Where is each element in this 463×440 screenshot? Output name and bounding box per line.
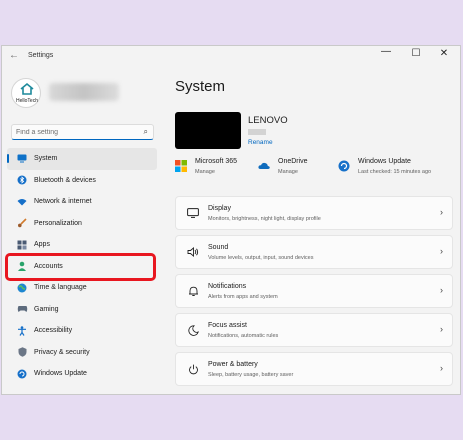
card-power-battery[interactable]: Power & battery Sleep, battery usage, ba… xyxy=(175,352,453,386)
back-arrow-icon[interactable]: ← xyxy=(9,50,19,61)
globe-icon xyxy=(15,282,29,294)
gamepad-icon xyxy=(15,303,29,315)
minimize-button[interactable]: — xyxy=(374,46,398,57)
apps-icon xyxy=(15,239,29,251)
title-bar: ← Settings — ☐ ✕ xyxy=(2,46,460,68)
sidebar-item-label: Personalization xyxy=(34,219,82,227)
moon-icon xyxy=(186,323,200,337)
card-focus-assist[interactable]: Focus assist Notifications, automatic ru… xyxy=(175,313,453,347)
sidebar-item-label: System xyxy=(34,155,58,163)
quick-link-title: Windows Update xyxy=(358,158,411,165)
chevron-right-icon: › xyxy=(440,363,443,373)
page-title: System xyxy=(175,78,226,95)
quick-link-title: OneDrive xyxy=(278,158,308,165)
device-name: LENOVO xyxy=(248,115,288,126)
chevron-right-icon: › xyxy=(440,324,443,334)
card-subtitle: Monitors, brightness, night light, displ… xyxy=(208,216,321,222)
sidebar-item-windows-update[interactable]: Windows Update xyxy=(7,363,157,385)
accessibility-icon xyxy=(15,325,29,337)
onedrive-icon xyxy=(258,162,270,169)
card-display[interactable]: Display Monitors, brightness, night ligh… xyxy=(175,196,453,230)
shield-icon xyxy=(15,346,29,358)
sidebar-item-network[interactable]: Network & internet xyxy=(7,191,157,213)
bluetooth-icon xyxy=(15,174,29,186)
sidebar-item-personalization[interactable]: Personalization xyxy=(7,213,157,235)
card-title: Power & battery xyxy=(208,361,258,368)
sidebar-item-label: Accessibility xyxy=(34,327,73,335)
windows-update-icon xyxy=(338,160,350,172)
card-subtitle: Notifications, automatic rules xyxy=(208,333,279,339)
chevron-right-icon: › xyxy=(440,207,443,217)
update-icon xyxy=(15,368,29,380)
rename-link[interactable]: Rename xyxy=(248,139,273,146)
avatar: HelloTech xyxy=(11,78,41,108)
wifi-icon xyxy=(15,196,29,208)
blurred-user-name xyxy=(49,83,119,101)
power-icon xyxy=(186,362,200,376)
device-model-redacted xyxy=(248,129,266,135)
search-icon[interactable]: ⌕ xyxy=(144,127,148,137)
quick-link-subtitle: Manage xyxy=(195,169,215,175)
apps-highlight-box xyxy=(5,253,156,281)
card-subtitle: Sleep, battery usage, battery saver xyxy=(208,372,294,378)
quick-link-subtitle: Manage xyxy=(278,169,298,175)
quick-link-title: Microsoft 365 xyxy=(195,158,238,165)
sidebar-item-privacy-security[interactable]: Privacy & security xyxy=(7,342,157,364)
search-box[interactable]: ⌕ xyxy=(11,124,154,140)
chevron-right-icon: › xyxy=(440,246,443,256)
card-title: Focus assist xyxy=(208,322,247,329)
sidebar-item-bluetooth[interactable]: Bluetooth & devices xyxy=(7,170,157,192)
sidebar: HelloTech ⌕ System Bluetooth & devices xyxy=(2,68,166,394)
settings-cards: Display Monitors, brightness, night ligh… xyxy=(175,196,453,391)
sidebar-item-gaming[interactable]: Gaming xyxy=(7,299,157,321)
sidebar-item-label: Bluetooth & devices xyxy=(34,176,96,184)
bell-icon xyxy=(186,284,200,298)
card-title: Sound xyxy=(208,244,229,251)
quick-link-windows-update[interactable]: Windows Update Last checked: 15 minutes … xyxy=(338,158,450,182)
maximize-button[interactable]: ☐ xyxy=(404,48,428,59)
sidebar-item-label: Windows Update xyxy=(34,370,87,378)
monitor-icon xyxy=(15,153,29,165)
card-subtitle: Alerts from apps and system xyxy=(208,294,278,300)
chevron-right-icon: › xyxy=(440,285,443,295)
main-content: System LENOVO Rename Microsoft 365 Manag… xyxy=(166,68,460,394)
card-subtitle: Volume levels, output, input, sound devi… xyxy=(208,255,314,261)
search-input[interactable] xyxy=(16,126,134,138)
sidebar-item-system[interactable]: System xyxy=(7,148,157,170)
card-title: Notifications xyxy=(208,283,247,290)
speaker-icon xyxy=(186,245,200,259)
window-title: Settings xyxy=(28,52,54,59)
quick-link-subtitle: Last checked: 15 minutes ago xyxy=(358,169,432,175)
sidebar-item-label: Apps xyxy=(34,241,50,249)
settings-window: ← Settings — ☐ ✕ HelloTech ⌕ System xyxy=(1,45,461,395)
sidebar-item-label: Gaming xyxy=(34,305,59,313)
sidebar-item-label: Time & language xyxy=(34,284,87,292)
card-title: Display xyxy=(208,205,231,212)
card-sound[interactable]: Sound Volume levels, output, input, soun… xyxy=(175,235,453,269)
sidebar-item-accessibility[interactable]: Accessibility xyxy=(7,320,157,342)
brush-icon xyxy=(15,217,29,229)
house-icon xyxy=(20,82,34,95)
sidebar-item-label: Network & internet xyxy=(34,198,92,206)
device-image xyxy=(175,112,241,149)
display-icon xyxy=(186,206,200,220)
close-button[interactable]: ✕ xyxy=(432,48,456,59)
sidebar-item-label: Privacy & security xyxy=(34,348,90,356)
microsoft-365-icon xyxy=(175,160,187,172)
quick-link-microsoft-365[interactable]: Microsoft 365 Manage xyxy=(175,158,255,182)
quick-link-onedrive[interactable]: OneDrive Manage xyxy=(258,158,330,182)
card-notifications[interactable]: Notifications Alerts from apps and syste… xyxy=(175,274,453,308)
avatar-text: HelloTech xyxy=(16,98,38,104)
